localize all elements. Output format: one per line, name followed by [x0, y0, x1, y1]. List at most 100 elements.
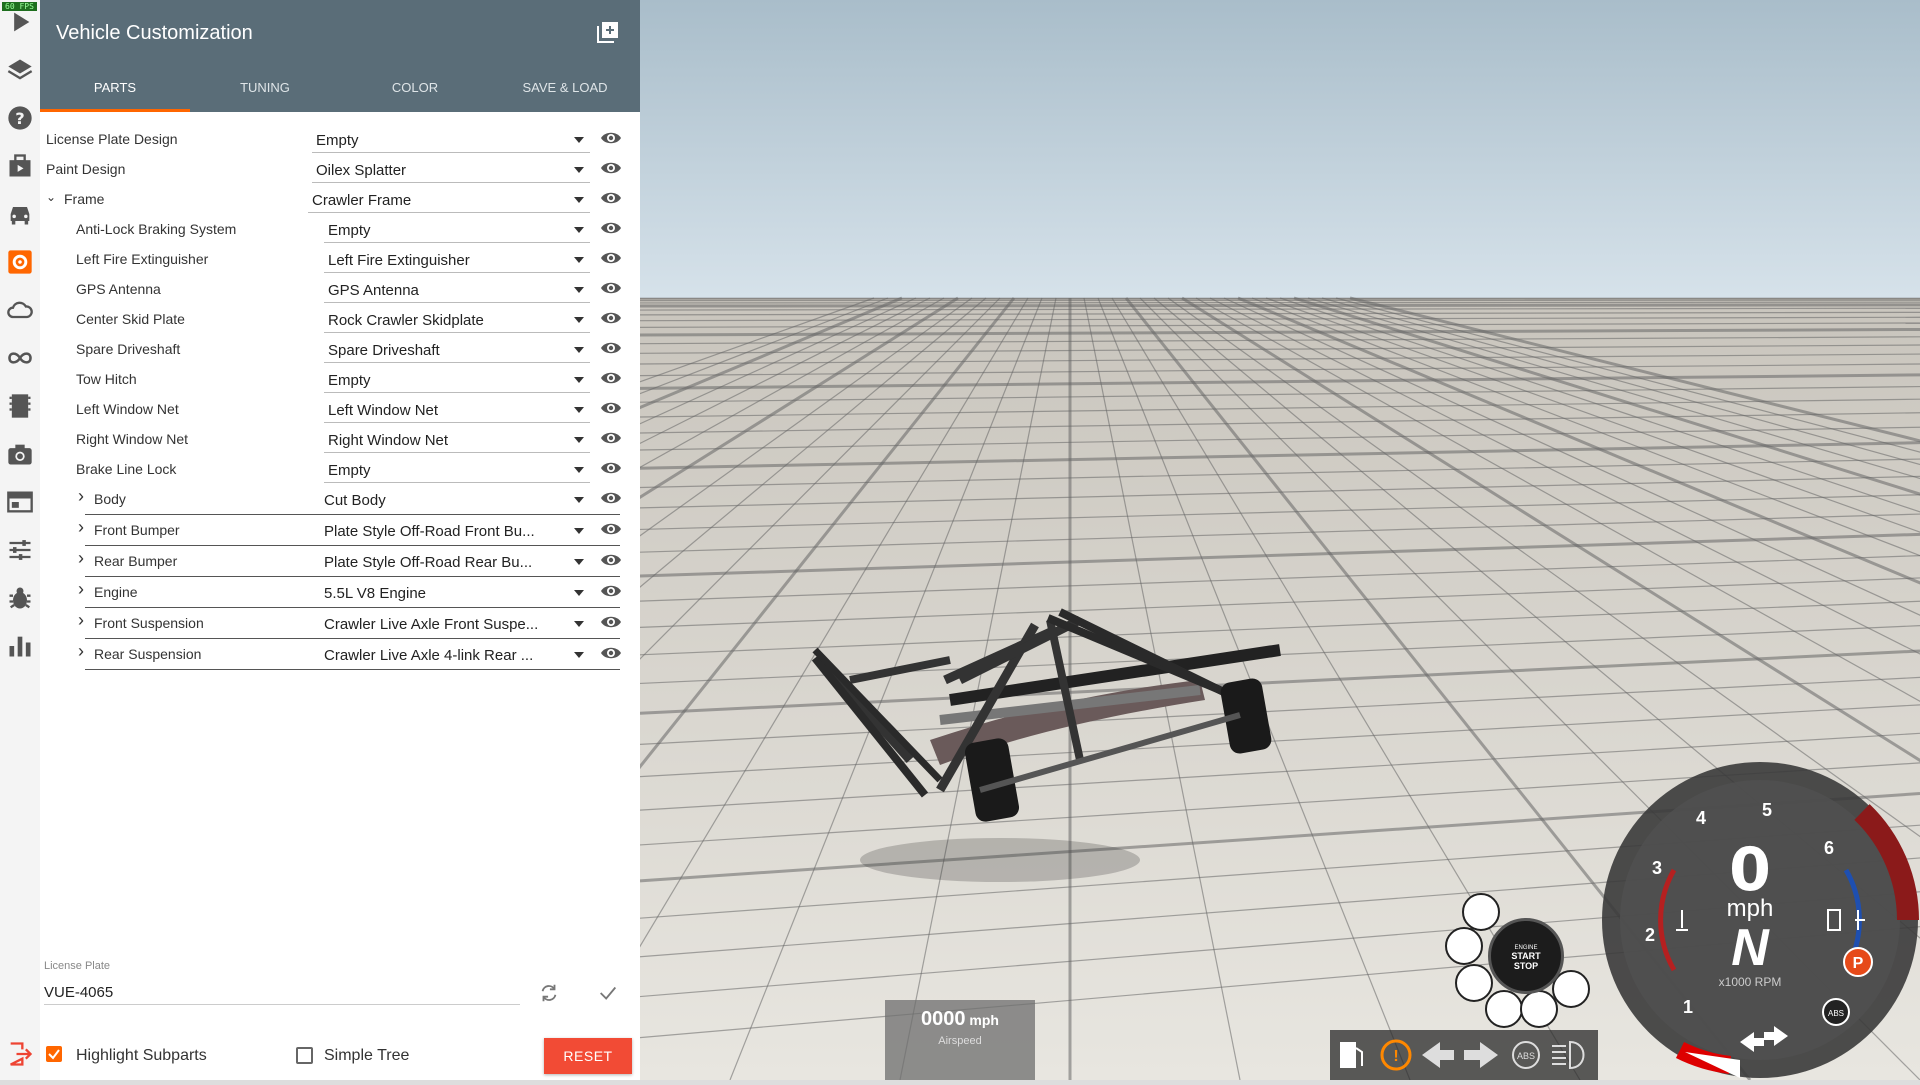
part-select[interactable]: Left Fire Extinguisher: [324, 246, 590, 273]
add-window-icon[interactable]: [596, 20, 620, 44]
visibility-eye-icon[interactable]: [600, 250, 622, 266]
loop-icon[interactable]: [4, 342, 36, 374]
stop-label: STOP: [1491, 961, 1561, 971]
visibility-eye-icon[interactable]: [600, 430, 622, 446]
scenario-icon[interactable]: [4, 150, 36, 182]
chevron-right-icon[interactable]: ›: [78, 579, 90, 600]
part-select[interactable]: Right Window Net: [324, 426, 590, 453]
part-label: Left Fire Extinguisher: [76, 251, 208, 267]
part-label: Front Bumper: [94, 522, 180, 538]
chevron-right-icon[interactable]: ›: [78, 517, 90, 538]
vehicle-icon[interactable]: [4, 198, 36, 230]
part-row: License Plate Design Empty: [40, 124, 640, 154]
part-row: Anti-Lock Braking SystemEmpty: [40, 214, 640, 244]
visibility-eye-icon[interactable]: [600, 460, 622, 476]
headlight-icon: [1552, 1042, 1584, 1068]
play-icon[interactable]: [4, 6, 36, 38]
part-select[interactable]: Empty: [312, 126, 590, 153]
part-select[interactable]: Crawler Live Axle Front Suspe...: [320, 610, 590, 636]
part-row: Left Window NetLeft Window Net: [40, 394, 640, 424]
wheel-icon[interactable]: [1462, 893, 1500, 931]
cloud-icon[interactable]: [4, 294, 36, 326]
part-select[interactable]: Empty: [324, 216, 590, 243]
dropdown-caret-icon: [574, 621, 584, 627]
chevron-right-icon[interactable]: ›: [78, 641, 90, 662]
layers-icon[interactable]: [4, 54, 36, 86]
part-select[interactable]: Rock Crawler Skidplate: [324, 306, 590, 333]
license-plate-label: License Plate: [44, 960, 110, 972]
part-select[interactable]: Spare Driveshaft: [324, 336, 590, 363]
visibility-eye-icon[interactable]: [600, 490, 622, 506]
engine-start-stop-button[interactable]: ENGINE START STOP: [1488, 918, 1564, 994]
visibility-eye-icon[interactable]: [600, 614, 622, 630]
part-label: Front Suspension: [94, 615, 204, 631]
stats-icon[interactable]: [4, 630, 36, 662]
reset-button[interactable]: RESET: [544, 1038, 632, 1074]
visibility-eye-icon[interactable]: [600, 400, 622, 416]
part-select[interactable]: Empty: [324, 366, 590, 393]
visibility-eye-icon[interactable]: [600, 370, 622, 386]
vehicle-config-icon[interactable]: [4, 246, 36, 278]
fuel-icon: [1340, 1042, 1362, 1068]
part-select[interactable]: 5.5L V8 Engine: [320, 579, 590, 605]
tach-4: 4: [1696, 808, 1706, 829]
visibility-eye-icon[interactable]: [600, 220, 622, 236]
airspeed-label: Airspeed: [885, 1035, 1035, 1047]
visibility-eye-icon[interactable]: [600, 583, 622, 599]
bug-icon[interactable]: [4, 582, 36, 614]
help-icon[interactable]: ?: [4, 102, 36, 134]
window-icon[interactable]: [4, 486, 36, 518]
tab-color[interactable]: COLOR: [340, 64, 490, 112]
part-select[interactable]: Crawler Frame: [308, 186, 590, 213]
simple-tree-checkbox[interactable]: [296, 1047, 313, 1064]
chevron-right-icon[interactable]: ›: [78, 548, 90, 569]
apply-check-icon[interactable]: [597, 982, 619, 1004]
part-label: License Plate Design: [46, 131, 178, 147]
visibility-eye-icon[interactable]: [600, 521, 622, 537]
visibility-eye-icon[interactable]: [600, 280, 622, 296]
visibility-eye-icon[interactable]: [600, 130, 622, 146]
tab-save-load[interactable]: SAVE & LOAD: [490, 64, 640, 112]
dropdown-caret-icon: [574, 497, 584, 503]
visibility-eye-icon[interactable]: [600, 340, 622, 356]
camera-icon[interactable]: [4, 438, 36, 470]
dropdown-caret-icon: [574, 467, 584, 473]
part-select[interactable]: Plate Style Off-Road Rear Bu...: [320, 548, 590, 574]
part-select[interactable]: Left Window Net: [324, 396, 590, 423]
highlight-subparts-label: Highlight Subparts: [76, 1047, 207, 1065]
gear-shift-icon[interactable]: [1455, 964, 1493, 1002]
tab-tuning[interactable]: TUNING: [190, 64, 340, 112]
refresh-icon[interactable]: [538, 982, 560, 1004]
part-select[interactable]: GPS Antenna: [324, 276, 590, 303]
highlight-subparts-checkbox[interactable]: [46, 1046, 62, 1062]
chevron-down-icon[interactable]: ⌄: [46, 190, 58, 204]
dropdown-caret-icon: [574, 287, 584, 293]
wheel-lock-icon[interactable]: [1445, 927, 1483, 965]
simple-tree-label: Simple Tree: [324, 1047, 409, 1065]
tuning-sliders-icon[interactable]: [4, 534, 36, 566]
dropdown-caret-icon: [574, 377, 584, 383]
handbrake-icon[interactable]: [1485, 990, 1523, 1028]
chevron-right-icon[interactable]: ›: [78, 486, 90, 507]
film-icon[interactable]: [4, 390, 36, 422]
part-row: Left Fire Extinguisher Left Fire Extingui…: [40, 244, 640, 274]
part-row: ›Front BumperPlate Style Off-Road Front …: [85, 515, 620, 546]
visibility-eye-icon[interactable]: [600, 190, 622, 206]
part-select[interactable]: Plate Style Off-Road Front Bu...: [320, 517, 590, 543]
part-select[interactable]: Empty: [324, 456, 590, 483]
license-plate-input[interactable]: [44, 980, 520, 1005]
visibility-eye-icon[interactable]: [600, 552, 622, 568]
visibility-eye-icon[interactable]: [600, 310, 622, 326]
exit-icon[interactable]: [4, 1038, 36, 1070]
tab-parts[interactable]: PARTS: [40, 64, 190, 112]
parts-tree: License Plate DesignEmptyPaint DesignOil…: [40, 124, 640, 670]
chevron-right-icon[interactable]: ›: [78, 610, 90, 631]
part-select[interactable]: Oilex Splatter: [312, 156, 590, 183]
part-select[interactable]: Crawler Live Axle 4-link Rear ...: [320, 641, 590, 667]
warning-icon: !: [1382, 1041, 1410, 1069]
part-row: ›Front SuspensionCrawler Live Axle Front…: [85, 608, 620, 639]
part-select[interactable]: Cut Body: [320, 486, 590, 512]
visibility-eye-icon[interactable]: [600, 160, 622, 176]
left-signal-icon: [1422, 1042, 1454, 1068]
visibility-eye-icon[interactable]: [600, 645, 622, 661]
